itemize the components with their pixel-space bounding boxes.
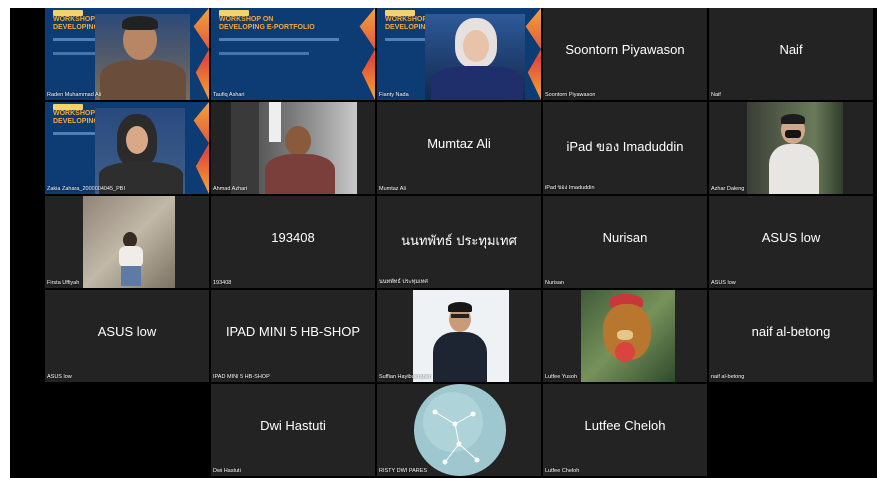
participant-display-name: IPAD MINI 5 HB-SHOP — [225, 324, 361, 339]
slide-decoration — [193, 8, 209, 100]
participant-hair — [122, 16, 158, 30]
participant-face — [285, 126, 311, 156]
participant-name-label: Lutfee Yusoh — [545, 374, 578, 380]
participant-tile[interactable]: Dwi Hastuti Dwi Hastuti — [211, 384, 375, 476]
participant-name-label: นนทพัทธ์ ประทุมเทศ — [379, 279, 428, 285]
participant-display-name: iPad ของ Imaduddin — [566, 139, 684, 154]
participant-name-label: Raden Muhammad Ali — [47, 92, 102, 98]
participant-tile[interactable]: Suffian Hayibuerahen — [377, 290, 541, 382]
participant-video — [83, 196, 175, 288]
participant-tile[interactable]: Nurisan Nurisan — [543, 196, 707, 288]
participant-tile[interactable]: Lutfee Cheloh Lutfee Cheloh — [543, 384, 707, 476]
participant-name-label: Dwi Hastuti — [213, 468, 241, 474]
glasses-icon — [451, 314, 469, 318]
participant-name-label: iPad ของ Imaduddin — [545, 185, 595, 191]
participant-name-label: ASUS low — [47, 374, 72, 380]
participant-tile[interactable]: WORKSHOP ON DEVELOPING E-P Fianty Nada — [377, 8, 541, 100]
participant-jeans — [121, 266, 141, 286]
participant-display-name: Dwi Hastuti — [260, 418, 326, 433]
participant-shirt — [265, 154, 335, 194]
participant-name-label: Azhar Daleng — [711, 186, 745, 192]
participant-tile[interactable]: Ahmad Azhari — [211, 102, 375, 194]
participant-display-name: ASUS low — [97, 324, 157, 339]
participant-display-name: นนทพัทธ์ ประทุมเทศ — [401, 233, 517, 248]
participant-name-label: Naif — [711, 92, 721, 98]
participant-shirt — [119, 246, 143, 268]
participant-tile[interactable]: WORKSHOP ONDEVELOPING E-PORTFOLIO Raden … — [45, 8, 209, 100]
participant-display-name: naif al-betong — [751, 324, 831, 339]
participant-tile[interactable]: 193408 193408 — [211, 196, 375, 288]
rooster-wattle — [615, 342, 635, 362]
participant-tile[interactable]: ASUS low ASUS low — [709, 196, 873, 288]
participant-display-name: Soontorn Piyawason — [565, 42, 685, 57]
slide-title: WORKSHOP ONDEVELOPING E-PORTFOLIO — [219, 16, 315, 31]
participant-name-label: 193408 — [213, 280, 232, 286]
participant-video — [231, 102, 357, 194]
participant-display-name: Naif — [779, 42, 803, 57]
participant-video — [95, 108, 185, 194]
participant-tile[interactable]: Naif Naif — [709, 8, 873, 100]
participant-face — [463, 30, 489, 62]
participant-tile[interactable]: IPAD MINI 5 HB-SHOP IPAD MINI 5 HB-SHOP — [211, 290, 375, 382]
participant-video — [425, 14, 525, 100]
participant-shirt — [769, 144, 819, 194]
participant-face — [126, 126, 148, 154]
participant-display-name: Lutfee Cheloh — [584, 418, 666, 433]
participant-name-label: ASUS low — [711, 280, 736, 286]
participant-name-label: Zakia Zahara_2000004045_PBI — [47, 186, 125, 192]
rooster-beak — [617, 330, 633, 340]
participant-name-label: Nurisan — [545, 280, 564, 286]
participant-video — [747, 102, 843, 194]
participant-tile[interactable]: iPad ของ Imaduddin iPad ของ Imaduddin — [543, 102, 707, 194]
participant-tile[interactable]: naif al-betong naif al-betong — [709, 290, 873, 382]
participant-display-name: 193408 — [271, 230, 315, 245]
participant-shirt — [100, 60, 186, 100]
participant-video — [95, 14, 190, 100]
participant-name-label: IPAD MINI 5 HB-SHOP — [213, 374, 270, 380]
participant-name-label: naif al-betong — [711, 374, 745, 380]
participant-name-label: Lutfee Cheloh — [545, 468, 580, 474]
participant-name-label: Fianty Nada — [379, 92, 409, 98]
participant-display-name: ASUS low — [761, 230, 821, 245]
participant-name-label: Taufiq Ashari — [213, 92, 245, 98]
participant-name-label: RISTY DWI PARES — [379, 468, 428, 474]
slide-subtitle-bar — [219, 38, 339, 41]
slide-subtitle-bar — [219, 52, 309, 55]
participant-tile[interactable]: Azhar Daleng — [709, 102, 873, 194]
participant-tile[interactable]: Soontorn Piyawason Soontorn Piyawason — [543, 8, 707, 100]
constellation-avatar-icon — [414, 384, 506, 476]
participant-tile[interactable]: Mumtaz Ali Mumtaz Ali — [377, 102, 541, 194]
participant-hair — [448, 302, 472, 312]
participant-display-name: Mumtaz Ali — [427, 136, 491, 151]
participant-suit — [433, 332, 487, 382]
participant-tile[interactable]: ASUS low ASUS low — [45, 290, 209, 382]
participant-name-label: Soontorn Piyawason — [545, 92, 596, 98]
slide-decoration — [193, 102, 209, 194]
slide-decoration — [359, 8, 375, 100]
participant-hair — [781, 114, 805, 124]
participant-display-name: Nurisan — [602, 230, 648, 245]
participant-tile[interactable]: WORKSHOP ON DEVELOPING E-P Zakia Zahara_2… — [45, 102, 209, 194]
participant-name-label: Suffian Hayibuerahen — [379, 374, 432, 380]
participant-name-label: Firsta Uffiyah — [47, 280, 80, 286]
participant-shirt — [431, 66, 523, 100]
shared-slide: WORKSHOP ONDEVELOPING E-PORTFOLIO — [211, 8, 375, 100]
background-window — [269, 102, 281, 142]
participant-video — [581, 290, 675, 382]
participant-tile[interactable]: Firsta Uffiyah — [45, 196, 209, 288]
background-wall — [231, 102, 259, 194]
participant-tile[interactable]: WORKSHOP ON DEVELOPING E-PORTFOLIO Taufiq… — [211, 8, 375, 100]
video-gallery: WORKSHOP ONDEVELOPING E-PORTFOLIO Raden … — [10, 8, 877, 478]
participant-tile[interactable]: นนทพัทธ์ ประทุมเทศ นนทพัทธ์ ประทุมเทศ — [377, 196, 541, 288]
participant-name-label: Ahmad Azhari — [213, 186, 248, 192]
participant-name-label: Mumtaz Ali — [379, 186, 406, 192]
face-mask — [785, 130, 801, 138]
participant-tile[interactable]: RISTY DWI PARES — [377, 384, 541, 476]
participant-tile[interactable]: Lutfee Yusoh — [543, 290, 707, 382]
participant-video — [413, 290, 509, 382]
